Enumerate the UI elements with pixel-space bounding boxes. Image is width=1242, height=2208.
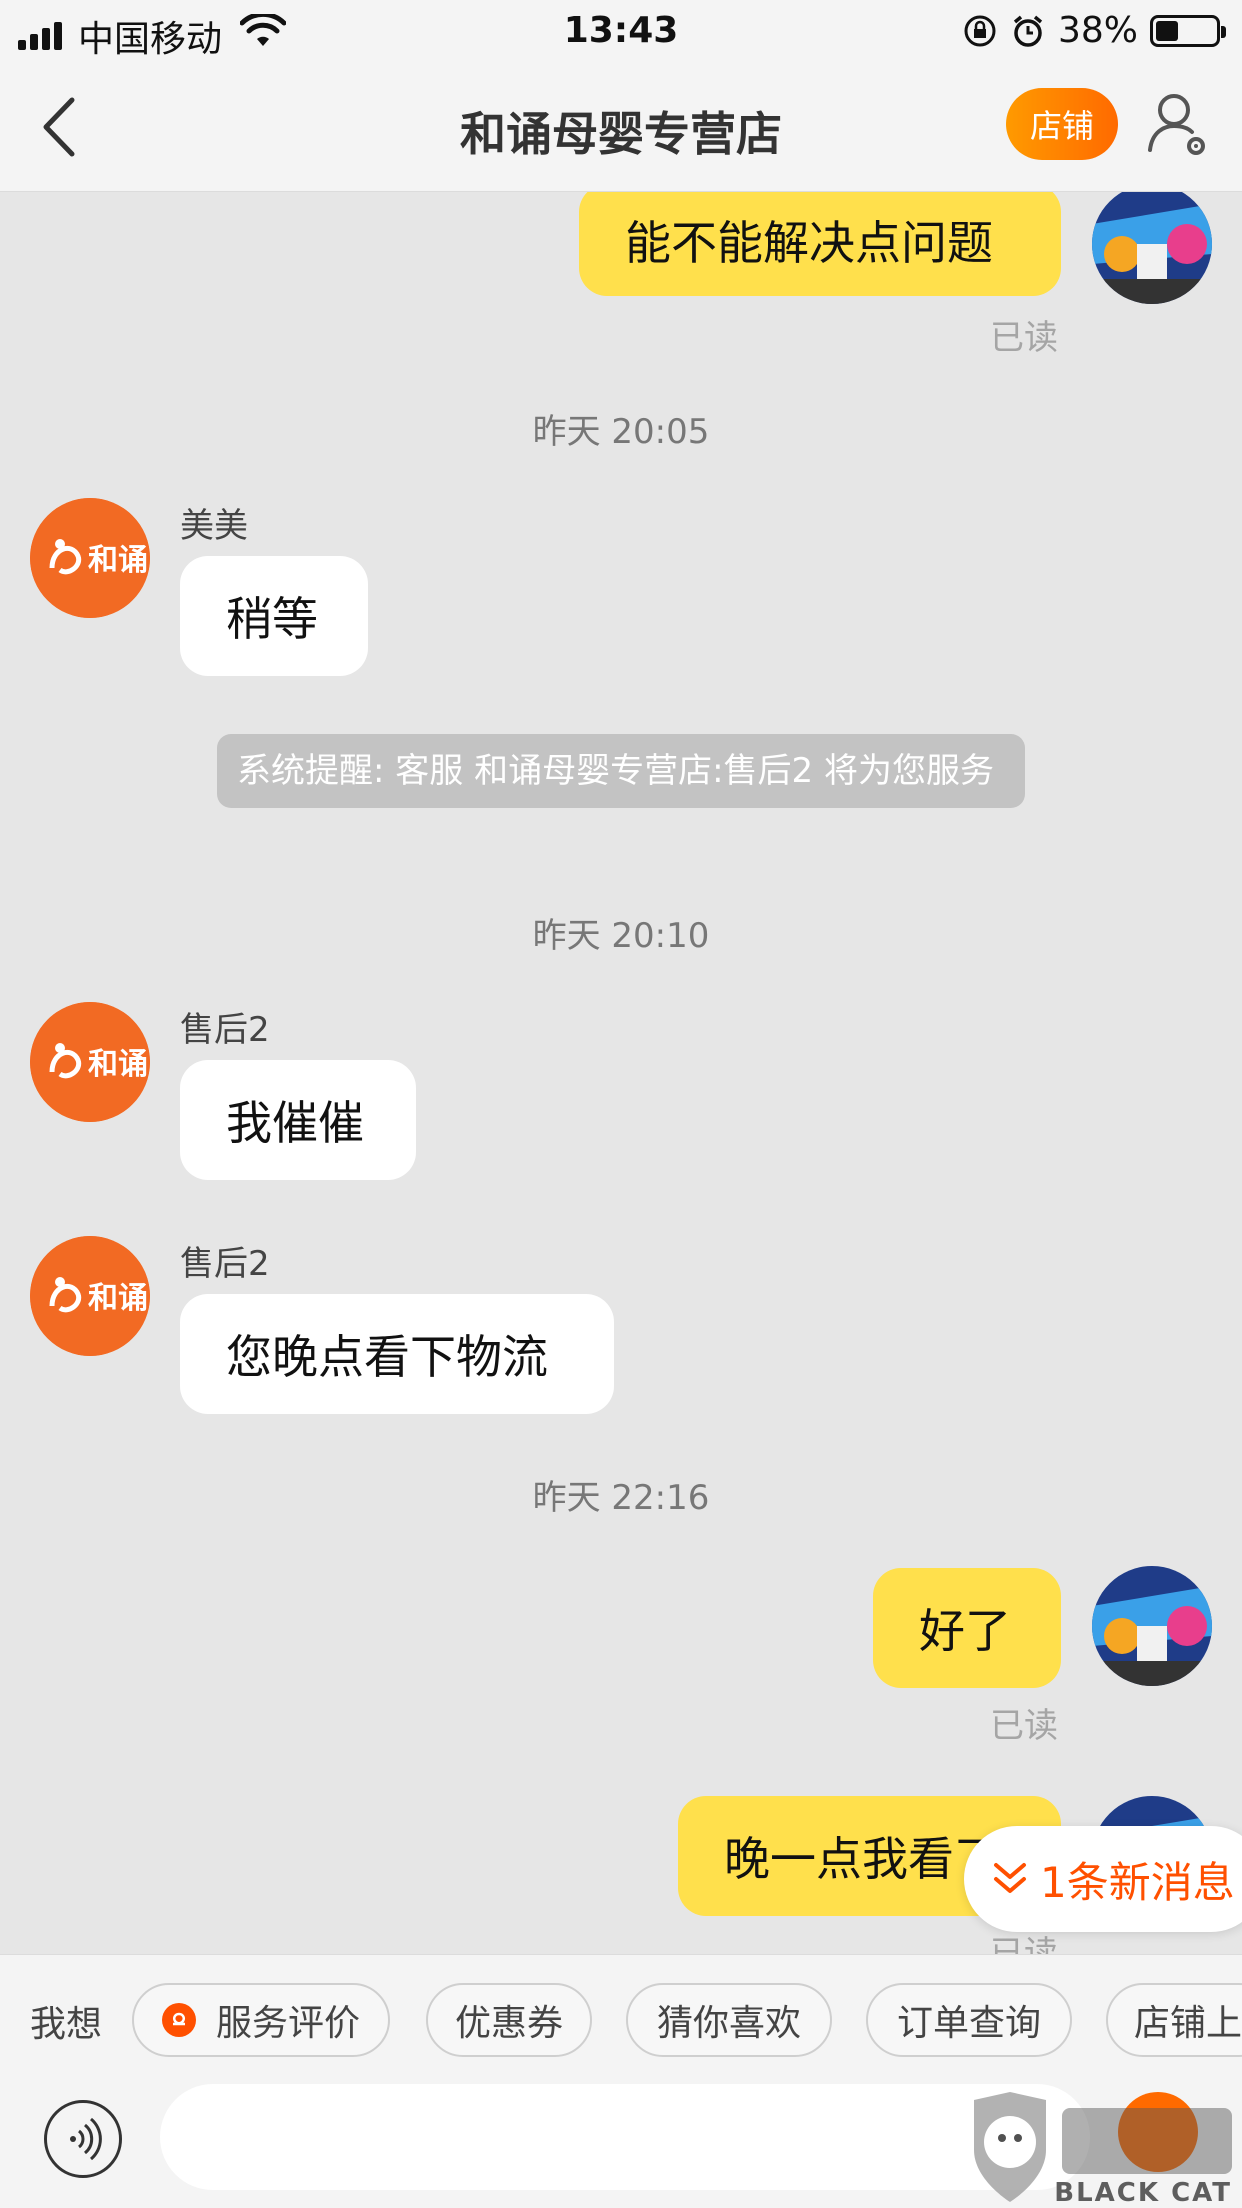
wifi-icon: [240, 14, 286, 46]
flower-icon: [161, 2003, 196, 2037]
shop-button[interactable]: 店铺: [1006, 88, 1118, 160]
svg-text:和诵: 和诵: [88, 1047, 148, 1082]
sender-name: 售后2: [180, 1010, 270, 1050]
timestamp: 昨天 20:10: [532, 916, 710, 956]
chip-guess-you-like[interactable]: 猜你喜欢: [626, 1983, 832, 2057]
shop-logo-icon: 和诵: [30, 1002, 150, 1122]
their-message-bubble[interactable]: 稍等: [180, 556, 368, 676]
watermark-text: BLACK CAT: [1054, 2178, 1232, 2208]
their-message-bubble[interactable]: 您晚点看下物流: [180, 1294, 614, 1414]
timestamp: 昨天 20:05: [532, 412, 710, 452]
carrier-label: 中国移动: [78, 19, 223, 60]
read-receipt: 已读: [990, 1706, 1058, 1746]
voice-icon: [70, 2117, 102, 2161]
new-message-pill[interactable]: 1条新消息: [964, 1826, 1242, 1932]
my-avatar[interactable]: [1092, 192, 1212, 304]
system-notice: 系统提醒: 客服 和诵母婴专营店:售后2 将为您服务: [217, 734, 1025, 808]
chip-label: 猜你喜欢: [656, 2003, 801, 2044]
sender-name: 美美: [180, 506, 248, 546]
timestamp: 昨天 22:16: [532, 1478, 710, 1518]
new-message-label: 1条新消息: [1040, 1857, 1235, 1907]
status-right: 38%: [962, 10, 1226, 51]
my-message-bubble[interactable]: 好了: [873, 1568, 1061, 1688]
chip-order-query[interactable]: 订单查询: [866, 1983, 1072, 2057]
chip-label: 服务评价: [215, 2003, 360, 2044]
message-input[interactable]: [160, 2084, 1090, 2190]
chip-label: 店铺上新: [1134, 2003, 1242, 2044]
top-bar: 中国移动 13:43 38% 和诵母婴专营店 店铺: [0, 0, 1242, 192]
chip-service-rating[interactable]: 服务评价: [132, 1983, 390, 2057]
chip-label: 优惠券: [454, 2003, 563, 2044]
voice-input-button[interactable]: [44, 2100, 122, 2178]
chip-new-arrivals[interactable]: 店铺上新: [1106, 1983, 1242, 2057]
alarm-icon: [1013, 15, 1043, 47]
shop-logo-icon: 和诵: [30, 498, 150, 618]
chat-area[interactable]: 能不能解决点问题 已读 昨天 20:05 和诵 美美 稍等 系统提醒: 客服 和…: [0, 192, 1242, 1954]
black-cat-watermark: BLACK CAT: [970, 2090, 1242, 2208]
chip-coupon[interactable]: 优惠券: [426, 1983, 592, 2057]
rotation-lock-icon: [964, 15, 996, 46]
signal-icon: [18, 22, 62, 50]
battery-percent: 38%: [1057, 10, 1138, 51]
svg-text:和诵: 和诵: [88, 1281, 148, 1316]
quick-action-bar: 我想 服务评价 优惠券 猜你喜欢 订单查询 店铺上新: [0, 1954, 1242, 2084]
status-bar: 中国移动 13:43 38%: [0, 0, 1242, 62]
shop-logo-icon: 和诵: [30, 1236, 150, 1356]
their-message-bubble[interactable]: 我催催: [180, 1060, 416, 1180]
shop-avatar[interactable]: 和诵: [30, 1002, 150, 1122]
my-message-bubble[interactable]: 能不能解决点问题: [579, 192, 1061, 296]
quick-label: 我想: [30, 2004, 103, 2045]
shop-avatar[interactable]: 和诵: [30, 498, 150, 618]
user-settings-icon[interactable]: [1146, 88, 1212, 160]
nav-bar: 和诵母婴专营店 店铺: [0, 62, 1242, 192]
chip-label: 订单查询: [896, 2003, 1041, 2044]
svg-text:和诵: 和诵: [88, 543, 148, 578]
double-chevron-down-icon: [994, 1863, 1026, 1893]
battery-icon: [1150, 14, 1226, 47]
sender-name: 售后2: [180, 1244, 270, 1284]
my-avatar[interactable]: [1092, 1566, 1212, 1686]
shop-avatar[interactable]: 和诵: [30, 1236, 150, 1356]
read-receipt: 已读: [990, 318, 1058, 358]
back-arrow-icon[interactable]: [36, 92, 86, 162]
